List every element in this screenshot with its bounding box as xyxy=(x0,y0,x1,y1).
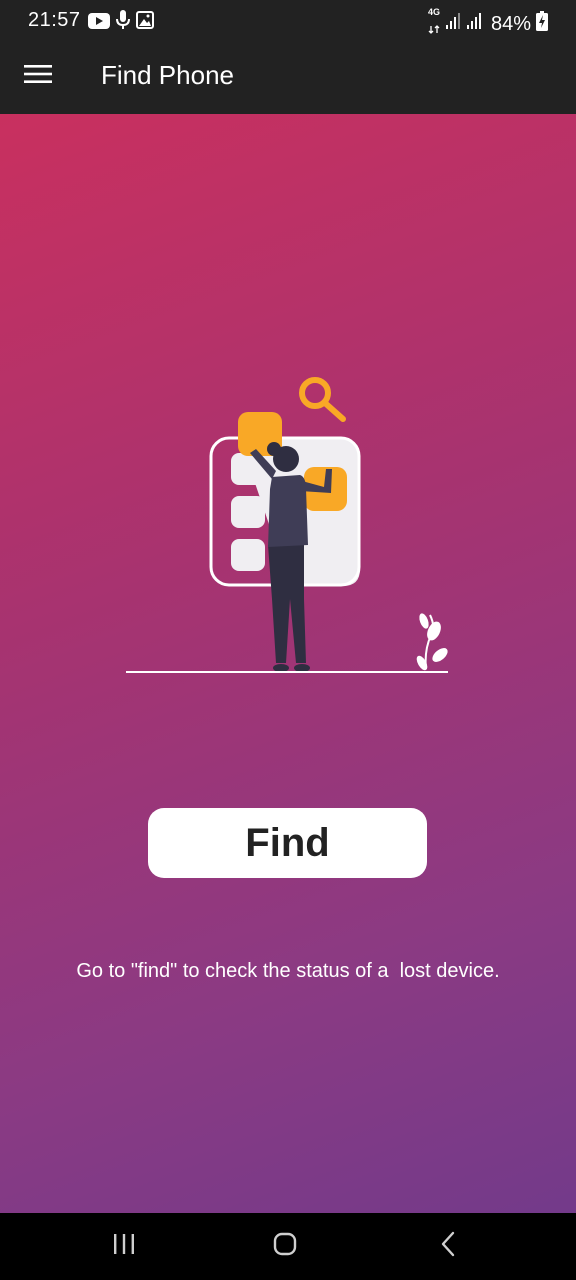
network-type-label: 4G xyxy=(427,7,440,17)
recent-apps-button[interactable] xyxy=(104,1229,144,1263)
status-bar: 21:57 4G 84% xyxy=(0,0,576,38)
page-title: Find Phone xyxy=(101,60,234,90)
back-button[interactable] xyxy=(428,1229,468,1263)
magnifier-icon xyxy=(299,377,346,422)
signal-icon xyxy=(445,12,461,36)
status-time: 21:57 xyxy=(28,9,81,31)
recent-apps-icon xyxy=(112,1233,136,1260)
find-button[interactable]: Find xyxy=(148,808,427,878)
hamburger-menu-icon xyxy=(24,64,52,89)
home-button[interactable] xyxy=(265,1229,305,1263)
youtube-icon xyxy=(88,12,110,35)
signal-icon xyxy=(466,12,482,36)
image-icon xyxy=(136,11,154,35)
navigation-bar xyxy=(0,1213,576,1280)
battery-charging-icon xyxy=(536,11,548,37)
system-status-icons: 4G 84% xyxy=(428,8,548,40)
phone-screen: 21:57 4G 84% Find Phone Find Go to "find… xyxy=(0,0,576,1280)
app-tile xyxy=(231,496,265,528)
microphone-icon xyxy=(116,10,130,36)
plant-decoration xyxy=(416,613,448,671)
main-content: Find Go to "find" to check the status of… xyxy=(0,114,576,1213)
back-icon xyxy=(440,1231,456,1262)
app-tile xyxy=(231,539,265,571)
network-4g-icon: 4G xyxy=(428,8,440,40)
app-bar: Find Phone xyxy=(0,38,576,114)
hint-text: Go to "find" to check the status of a lo… xyxy=(76,960,500,982)
person-searching-apps-illustration xyxy=(120,369,460,689)
menu-button[interactable] xyxy=(18,58,58,94)
battery-percent: 84% xyxy=(490,12,531,35)
notification-icons xyxy=(88,10,154,36)
home-icon xyxy=(273,1232,297,1261)
